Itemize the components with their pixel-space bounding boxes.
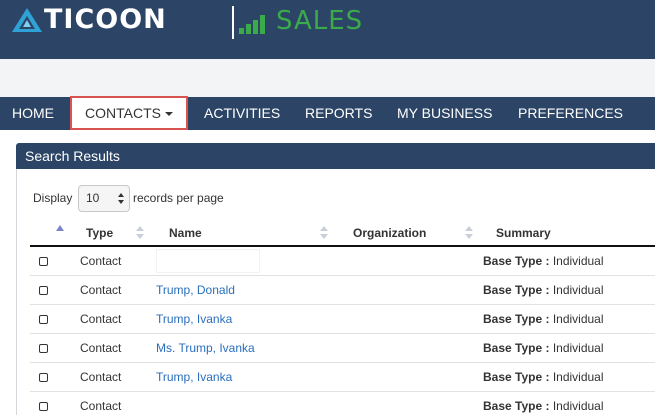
cell-type: Contact bbox=[66, 333, 150, 363]
cell-organization bbox=[334, 391, 477, 415]
ticoon-logo-icon bbox=[12, 8, 42, 32]
nav-contacts-label: CONTACTS bbox=[85, 105, 161, 121]
search-results-header: Search Results bbox=[16, 143, 655, 169]
brand-divider bbox=[232, 6, 234, 39]
sort-icon bbox=[465, 226, 473, 240]
row-checkbox[interactable] bbox=[39, 401, 48, 411]
cell-organization bbox=[334, 362, 477, 392]
cell-summary: Base Type : Individual bbox=[477, 304, 655, 334]
nav-home[interactable]: HOME bbox=[12, 97, 54, 130]
sort-ascending-icon bbox=[56, 225, 64, 231]
header-organization[interactable]: Organization bbox=[334, 221, 477, 247]
summary-key: Base Type : bbox=[483, 340, 550, 355]
cell-organization bbox=[334, 246, 477, 276]
header-name[interactable]: Name bbox=[150, 221, 334, 247]
cell-type: Contact bbox=[66, 362, 150, 392]
summary-key: Base Type : bbox=[483, 311, 550, 326]
summary-value: Individual bbox=[552, 369, 604, 384]
row-checkbox[interactable] bbox=[39, 314, 48, 324]
table-header-row: Type Name Organization Summary bbox=[30, 221, 655, 247]
summary-value: Individual bbox=[552, 398, 604, 413]
cell-type: Contact bbox=[66, 304, 150, 334]
summary-key: Base Type : bbox=[483, 253, 550, 268]
records-per-page-label: records per page bbox=[133, 191, 224, 205]
cell-type: Contact bbox=[66, 246, 150, 276]
table-row[interactable]: Contact Base Type : Individual bbox=[30, 246, 655, 276]
summary-value: Individual bbox=[552, 282, 604, 297]
row-checkbox[interactable] bbox=[39, 343, 48, 353]
cell-organization bbox=[334, 333, 477, 363]
summary-key: Base Type : bbox=[483, 398, 550, 413]
summary-key: Base Type : bbox=[483, 369, 550, 384]
row-checkbox[interactable] bbox=[39, 372, 48, 382]
cell-summary: Base Type : Individual bbox=[477, 333, 655, 363]
display-label: Display bbox=[33, 191, 73, 205]
contact-name-link[interactable]: Trump, Ivanka bbox=[156, 370, 232, 384]
contact-name-link[interactable]: Trump, Ivanka bbox=[156, 312, 232, 326]
sub-header-strip bbox=[0, 59, 655, 97]
header-summary[interactable]: Summary bbox=[477, 221, 655, 247]
cell-organization bbox=[334, 275, 477, 305]
nav-contacts-dropdown[interactable]: CONTACTS bbox=[72, 98, 186, 128]
sort-icon bbox=[136, 226, 144, 240]
redacted-name-field bbox=[156, 248, 260, 273]
cell-summary: Base Type : Individual bbox=[477, 362, 655, 392]
nav-contacts-highlight: CONTACTS bbox=[70, 96, 188, 130]
summary-value: Individual bbox=[552, 253, 604, 268]
header-organization-label: Organization bbox=[353, 226, 427, 240]
row-checkbox[interactable] bbox=[39, 257, 48, 267]
table-row[interactable]: Contact Base Type : Individual bbox=[30, 391, 655, 415]
cell-type: Contact bbox=[66, 275, 150, 305]
panel-title: Search Results bbox=[25, 148, 120, 164]
cell-name bbox=[150, 391, 334, 415]
cell-summary: Base Type : Individual bbox=[477, 275, 655, 305]
nav-my-business[interactable]: MY BUSINESS bbox=[397, 97, 492, 130]
nav-preferences[interactable]: PREFERENCES bbox=[518, 97, 623, 130]
cell-summary: Base Type : Individual bbox=[477, 391, 655, 415]
table-row[interactable]: Contact Trump, Donald Base Type : Indivi… bbox=[30, 275, 655, 305]
results-table: Type Name Organization Summary Contact B… bbox=[30, 221, 655, 415]
page-size-value: 10 bbox=[86, 191, 100, 205]
contact-name-link[interactable]: Ms. Trump, Ivanka bbox=[156, 341, 255, 355]
page-size-select[interactable]: 10 bbox=[78, 185, 130, 212]
brand-header: TICOON SALES bbox=[0, 0, 655, 59]
nav-reports[interactable]: REPORTS bbox=[305, 97, 372, 130]
cell-summary: Base Type : Individual bbox=[477, 246, 655, 276]
header-name-label: Name bbox=[169, 226, 202, 240]
row-checkbox[interactable] bbox=[39, 285, 48, 295]
header-type[interactable]: Type bbox=[66, 221, 150, 247]
sort-icon bbox=[320, 226, 328, 240]
table-row[interactable]: Contact Trump, Ivanka Base Type : Indivi… bbox=[30, 362, 655, 392]
summary-value: Individual bbox=[552, 311, 604, 326]
select-arrows-icon bbox=[118, 193, 124, 205]
page: TICOON SALES HOME ACTIVITIES REPORTS MY … bbox=[0, 0, 655, 415]
table-row[interactable]: Contact Ms. Trump, Ivanka Base Type : In… bbox=[30, 333, 655, 363]
header-type-label: Type bbox=[86, 226, 114, 240]
nav-activities[interactable]: ACTIVITIES bbox=[204, 97, 280, 130]
cell-type: Contact bbox=[66, 391, 150, 415]
cell-organization bbox=[334, 304, 477, 334]
brand-logo-text: TICOON bbox=[44, 4, 167, 35]
contact-name-link[interactable]: Trump, Donald bbox=[156, 283, 235, 297]
header-summary-label: Summary bbox=[496, 226, 551, 240]
summary-key: Base Type : bbox=[483, 282, 550, 297]
sales-chart-icon bbox=[239, 15, 265, 34]
brand-product-text: SALES bbox=[276, 6, 364, 36]
table-row[interactable]: Contact Trump, Ivanka Base Type : Indivi… bbox=[30, 304, 655, 334]
header-select[interactable] bbox=[30, 221, 66, 247]
caret-down-icon bbox=[164, 112, 173, 117]
summary-value: Individual bbox=[552, 340, 604, 355]
